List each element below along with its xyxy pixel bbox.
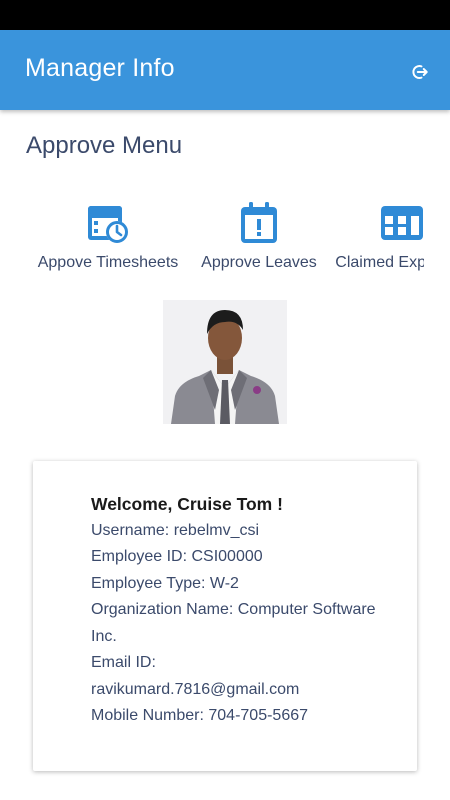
email-text: ravikumard.7816@gmail.com (91, 680, 300, 698)
welcome-text: Welcome, Cruise Tom ! (91, 494, 283, 514)
approve-timesheets-label: Appove Timesheets (37, 254, 179, 271)
calendar-alert-icon (241, 202, 277, 243)
approve-timesheets-button[interactable]: Appove Timesheets (31, 200, 185, 272)
profile-photo-image (163, 300, 287, 424)
claimed-expenses-label: Claimed Expenses (335, 254, 424, 271)
profile-details: Welcome, Cruise Tom ! Username: rebelmv_… (91, 491, 401, 730)
expenses-icon (381, 206, 423, 240)
approve-menu-row: Appove Timesheets Approve Leaves Claimed… (26, 200, 424, 280)
organization-text: Organization Name: Computer Software Inc… (91, 601, 376, 645)
logout-button[interactable] (406, 58, 434, 86)
page-title: Manager Info (25, 54, 175, 82)
status-bar (0, 0, 450, 30)
approve-leaves-label: Approve Leaves (201, 254, 317, 271)
email-label: Email ID: (91, 654, 156, 671)
approve-leaves-button[interactable]: Approve Leaves (196, 200, 322, 272)
username-text: Username: rebelmv_csi (91, 521, 260, 539)
app-bar: Manager Info (0, 30, 450, 110)
employee-id-text: Employee ID: CSI00000 (91, 548, 263, 565)
mobile-text: Mobile Number: 704-705-5667 (91, 707, 309, 724)
timesheet-clock-icon (88, 206, 128, 243)
claimed-expenses-button[interactable]: Claimed Expenses (332, 200, 424, 272)
profile-photo (163, 300, 287, 424)
profile-card: Welcome, Cruise Tom ! Username: rebelmv_… (33, 461, 417, 771)
approve-menu-title: Approve Menu (26, 132, 183, 159)
logout-icon (412, 65, 428, 79)
employee-type-text: Employee Type: W-2 (91, 574, 239, 592)
